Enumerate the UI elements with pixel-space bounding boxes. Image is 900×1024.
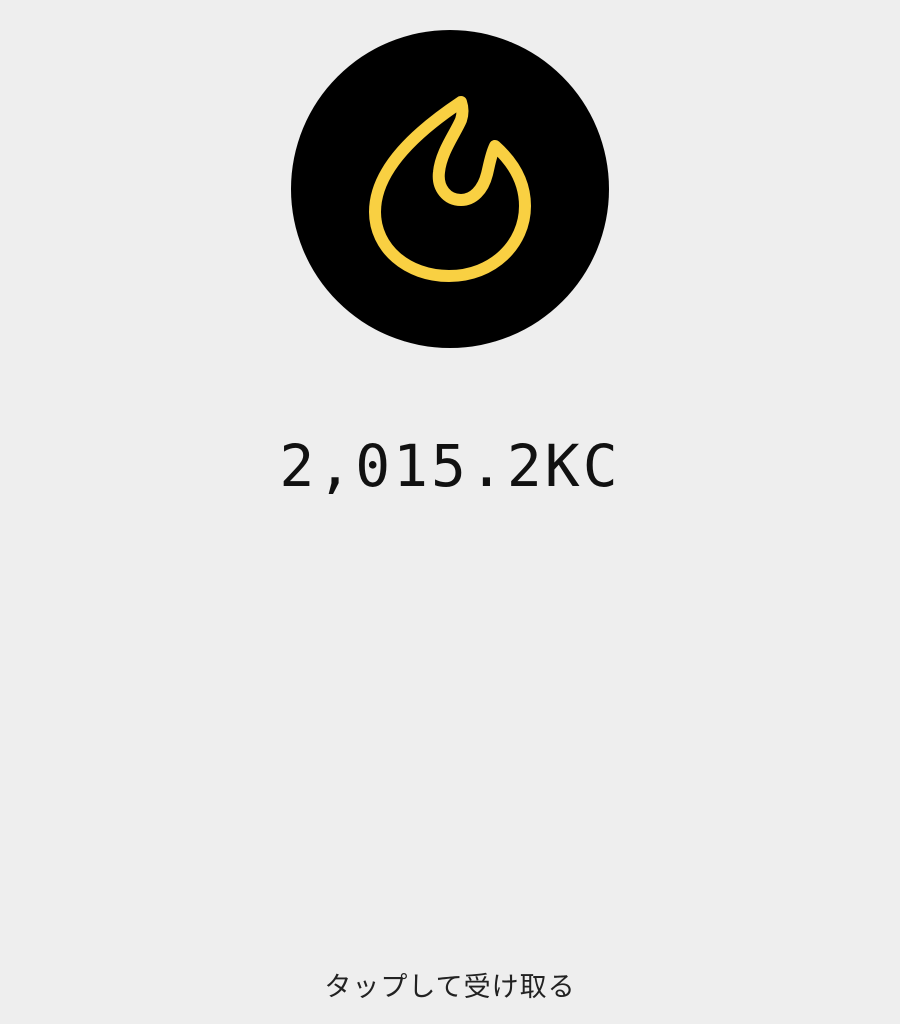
tap-to-claim-button[interactable]: タップして受け取る: [0, 968, 900, 1008]
flame-icon: [369, 96, 531, 282]
reward-icon-circle: [291, 30, 609, 348]
balance-amount: 2,015.2KC: [279, 432, 621, 500]
